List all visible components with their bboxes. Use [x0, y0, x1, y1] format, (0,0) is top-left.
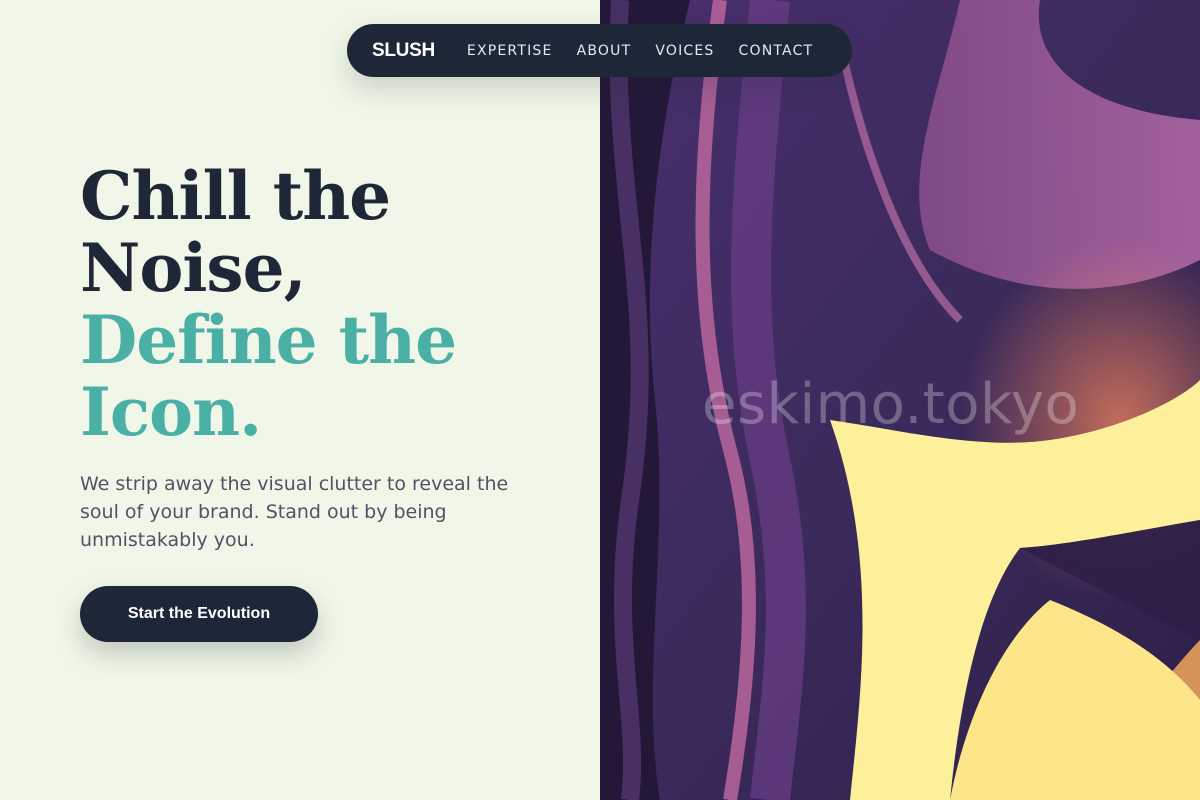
brand-logo[interactable]: SLUSH: [372, 40, 435, 62]
nav-link-voices[interactable]: VOICES: [655, 43, 714, 59]
headline-line-1: Chill the: [80, 157, 391, 235]
start-evolution-button[interactable]: Start the Evolution: [80, 586, 318, 642]
watermark-text: eskimo.tokyo: [702, 372, 1080, 437]
nav-link-contact[interactable]: CONTACT: [739, 43, 814, 59]
hero-artwork: eskimo.tokyo: [600, 0, 1200, 800]
nav-link-about[interactable]: ABOUT: [577, 43, 632, 59]
hero-description: We strip away the visual clutter to reve…: [80, 473, 509, 551]
headline-line-2: Noise,: [80, 229, 307, 307]
nav-link-expertise[interactable]: EXPERTISE: [467, 43, 553, 59]
headline-accent-line-1: Define the: [80, 301, 457, 379]
hero-headline: Chill the Noise, Define the Icon.: [80, 157, 457, 451]
headline-accent-line-2: Icon.: [80, 373, 262, 451]
top-navigation: SLUSH EXPERTISE ABOUT VOICES CONTACT: [347, 24, 852, 77]
